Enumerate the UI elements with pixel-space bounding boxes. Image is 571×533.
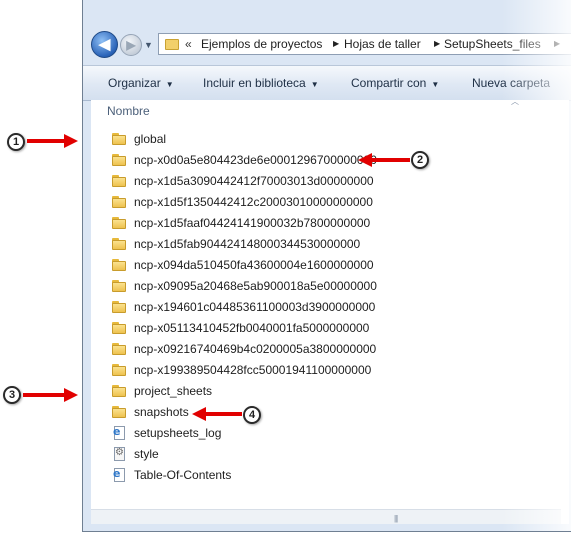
forward-button[interactable]: ▶ <box>120 34 142 56</box>
organize-label: Organizar <box>108 76 161 90</box>
folder-icon <box>112 279 127 293</box>
red-arrow-left-icon <box>358 153 410 167</box>
folder-list-item[interactable]: ncp-x09216740469b4c0200005a3800000000 <box>112 338 377 359</box>
breadcrumb-separator-icon[interactable]: ▶ <box>434 39 440 48</box>
folder-icon <box>112 300 127 314</box>
folder-list-item[interactable]: ncp-x199389504428fcc50001941100000000 <box>112 359 377 380</box>
folder-icon <box>112 174 127 188</box>
caret-down-icon: ▼ <box>431 80 440 89</box>
folder-list-item[interactable]: ncp-x1d5fab904424148000344530000000 <box>112 233 377 254</box>
item-name-label: ncp-x09095a20468e5ab900018a5e00000000 <box>134 278 377 293</box>
breadcrumb-separator-icon[interactable]: ▶ <box>333 39 339 48</box>
file-list-item[interactable]: style <box>112 443 377 464</box>
item-name-label: ncp-x0d0a5e804423de6e0001296700000000 <box>134 152 377 167</box>
file-list-item[interactable]: Table-Of-Contents <box>112 464 377 485</box>
folder-icon <box>112 342 127 356</box>
folder-icon <box>165 39 179 50</box>
caret-down-icon: ▼ <box>165 80 174 89</box>
include-in-library-label: Incluir en biblioteca <box>203 76 306 90</box>
name-column-header[interactable]: Nombre <box>107 104 150 118</box>
folder-list-item[interactable]: ncp-x1d5f1350442412c20003010000000000 <box>112 191 377 212</box>
folder-list-item[interactable]: ncp-x1d5a3090442412f70003013d00000000 <box>112 170 377 191</box>
folder-list-item[interactable]: ncp-x194601c04485361100003d3900000000 <box>112 296 377 317</box>
item-name-label: ncp-x094da510450fa43600004e1600000000 <box>134 257 374 272</box>
recent-pages-dropdown-icon[interactable]: ▼ <box>144 40 153 50</box>
folder-icon <box>112 216 127 230</box>
breadcrumb-item[interactable]: SetupSheets_files <box>444 37 541 51</box>
breadcrumb-item[interactable]: Hojas de taller <box>344 37 421 51</box>
explorer-window: ◀ ▶ ▼ « Ejemplos de proyectos ▶ Hojas de… <box>82 0 571 532</box>
callout-marker-4: 4 <box>243 406 261 424</box>
share-with-label: Compartir con <box>351 76 427 90</box>
item-name-label: snapshots <box>134 404 189 419</box>
folder-list-item[interactable]: ncp-x05113410452fb0040001fa5000000000 <box>112 317 377 338</box>
address-bar[interactable]: « Ejemplos de proyectos ▶ Hojas de talle… <box>158 33 571 55</box>
red-arrow-right-icon <box>27 134 78 148</box>
file-list-item[interactable]: setupsheets_log <box>112 422 377 443</box>
breadcrumb-separator-icon[interactable]: ▶ <box>554 39 560 48</box>
forward-arrow-icon: ▶ <box>126 38 136 52</box>
command-toolbar: Organizar ▼ Incluir en biblioteca ▼ Compar… <box>83 65 571 101</box>
back-arrow-icon: ◀ <box>98 36 111 53</box>
item-name-label: setupsheets_log <box>134 425 222 440</box>
html-document-icon <box>112 467 127 482</box>
item-name-label: ncp-x194601c04485361100003d3900000000 <box>134 299 376 314</box>
red-arrow-right-icon <box>23 388 78 402</box>
folder-list-item[interactable]: ncp-x094da510450fa43600004e1600000000 <box>112 254 377 275</box>
folder-icon <box>112 153 127 167</box>
html-document-icon <box>112 425 127 440</box>
stylesheet-icon <box>112 446 127 461</box>
horizontal-scrollbar[interactable]: ||| <box>91 509 561 524</box>
folder-list-item[interactable]: project_sheets <box>112 380 377 401</box>
item-name-label: ncp-x1d5f1350442412c20003010000000000 <box>134 194 373 209</box>
folder-icon <box>112 258 127 272</box>
item-name-label: ncp-x05113410452fb0040001fa5000000000 <box>134 320 370 335</box>
item-name-label: project_sheets <box>134 383 213 398</box>
file-list: global ncp-x0d0a5e804423de6e0001296700000… <box>112 128 377 485</box>
scrollbar-grip-icon[interactable]: ||| <box>394 514 398 523</box>
item-name-label: style <box>134 446 159 461</box>
sort-ascending-icon: ︿ <box>511 97 519 106</box>
folder-list-item[interactable]: ncp-x1d5faaf04424141900032b7800000000 <box>112 212 377 233</box>
folder-icon <box>112 384 127 398</box>
item-name-label: ncp-x199389504428fcc50001941100000000 <box>134 362 372 377</box>
file-list-pane: ︿ Nombre global ncp-x0d0a5e804423de6e0001… <box>91 97 569 524</box>
callout-marker-1: 1 <box>7 133 25 151</box>
folder-icon <box>112 321 127 335</box>
callout-marker-3: 3 <box>3 386 21 404</box>
include-in-library-button[interactable]: Incluir en biblioteca ▼ <box>203 76 319 90</box>
caret-down-icon: ▼ <box>310 80 319 89</box>
overflow-chevron[interactable]: « <box>185 37 192 51</box>
item-name-label: Table-Of-Contents <box>134 467 232 482</box>
folder-icon <box>112 405 127 419</box>
callout-marker-2: 2 <box>411 151 429 169</box>
folder-icon <box>112 363 127 377</box>
new-folder-button[interactable]: Nueva carpeta <box>472 76 550 90</box>
breadcrumb-item[interactable]: Ejemplos de proyectos <box>201 37 322 51</box>
folder-icon <box>112 237 127 251</box>
red-arrow-left-icon <box>192 407 242 421</box>
back-button[interactable]: ◀ <box>91 31 118 58</box>
share-with-button[interactable]: Compartir con ▼ <box>351 76 439 90</box>
item-name-label: ncp-x1d5fab904424148000344530000000 <box>134 236 361 251</box>
folder-list-item[interactable]: global <box>112 128 377 149</box>
folder-list-item[interactable]: ncp-x0d0a5e804423de6e0001296700000000 <box>112 149 377 170</box>
item-name-label: ncp-x09216740469b4c0200005a3800000000 <box>134 341 377 356</box>
folder-icon <box>112 132 127 146</box>
folder-icon <box>112 195 127 209</box>
item-name-label: global <box>134 131 167 146</box>
item-name-label: ncp-x1d5faaf04424141900032b7800000000 <box>134 215 371 230</box>
item-name-label: ncp-x1d5a3090442412f70003013d00000000 <box>134 173 374 188</box>
folder-list-item[interactable]: ncp-x09095a20468e5ab900018a5e00000000 <box>112 275 377 296</box>
organize-menu-button[interactable]: Organizar ▼ <box>108 76 174 90</box>
navigation-bar: ◀ ▶ ▼ « Ejemplos de proyectos ▶ Hojas de… <box>83 28 571 64</box>
